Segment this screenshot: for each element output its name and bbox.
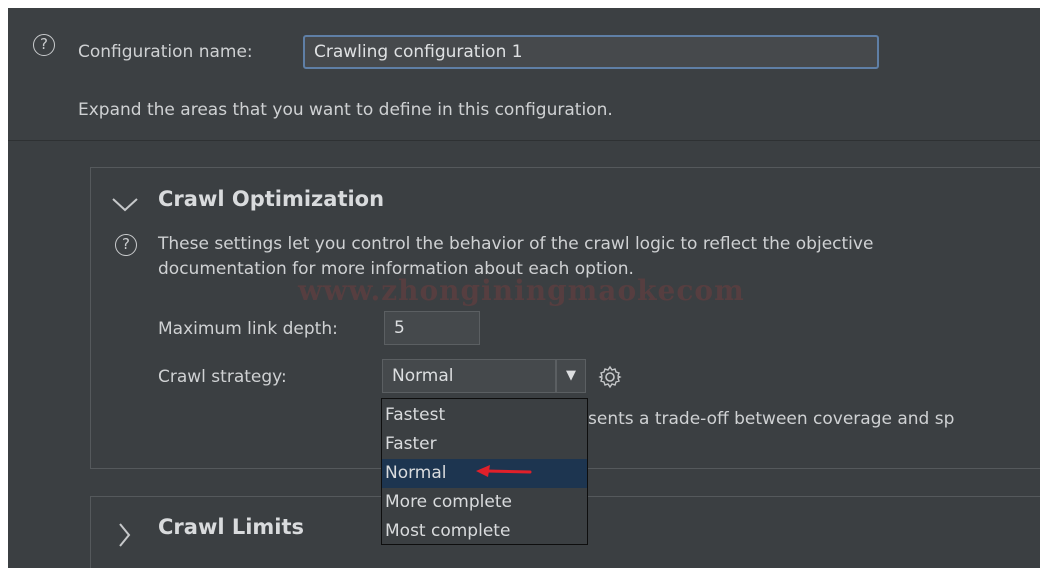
gear-icon[interactable] <box>598 365 622 389</box>
strategy-hint-text: sents a trade-off between coverage and s… <box>588 409 955 429</box>
watermark-text: www.zhonginingmaokecom <box>298 274 745 307</box>
config-name-input[interactable] <box>303 35 879 69</box>
dropdown-option-more-complete[interactable]: More complete <box>382 488 587 517</box>
annotation-arrow <box>476 465 532 477</box>
crawl-limits-title[interactable]: Crawl Limits <box>158 515 304 539</box>
chevron-down-icon[interactable] <box>111 196 139 212</box>
instructions-text: Expand the areas that you want to define… <box>78 100 613 120</box>
dropdown-option-fastest[interactable]: Fastest <box>382 401 587 430</box>
crawl-strategy-label: Crawl strategy: <box>158 367 287 387</box>
section-description-line1: These settings let you control the behav… <box>158 234 874 254</box>
dropdown-arrow-icon[interactable]: ▼ <box>556 359 586 393</box>
configuration-panel: ? Configuration name: Expand the areas t… <box>8 8 1040 568</box>
help-icon[interactable]: ? <box>115 234 137 256</box>
header-area: ? Configuration name: Expand the areas t… <box>8 8 1040 141</box>
help-icon[interactable]: ? <box>33 34 55 56</box>
crawl-strategy-select[interactable]: Normal <box>382 359 556 393</box>
config-name-label: Configuration name: <box>78 42 253 62</box>
max-link-depth-label: Maximum link depth: <box>158 319 338 339</box>
dropdown-option-most-complete[interactable]: Most complete <box>382 517 587 546</box>
max-link-depth-input[interactable]: 5 <box>384 311 480 345</box>
crawl-optimization-title[interactable]: Crawl Optimization <box>158 187 384 211</box>
chevron-right-icon[interactable] <box>117 522 131 548</box>
dropdown-option-faster[interactable]: Faster <box>382 430 587 459</box>
